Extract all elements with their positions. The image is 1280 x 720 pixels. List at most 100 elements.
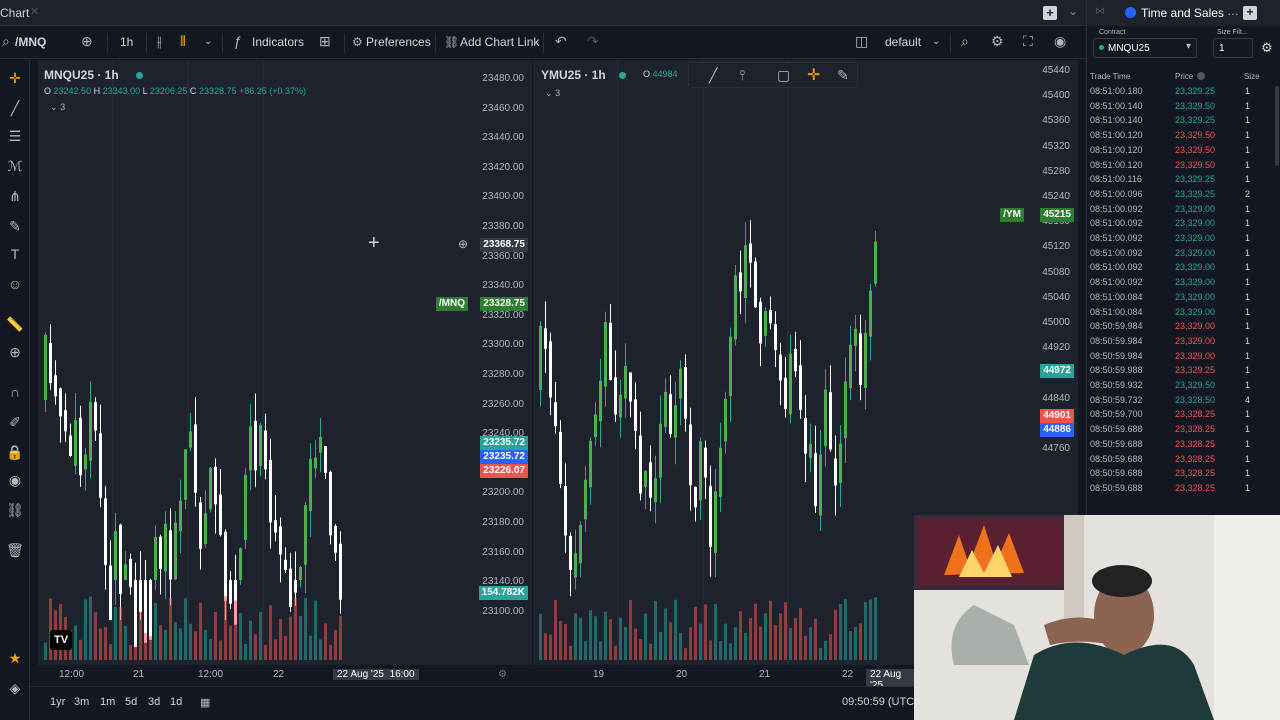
- layout-select[interactable]: default: [885, 35, 921, 49]
- redo-icon[interactable]: ↷: [587, 33, 599, 50]
- prediction-icon[interactable]: ⋔: [6, 188, 24, 205]
- time-label: 19: [593, 669, 605, 680]
- panel-nav-icon[interactable]: ⋈: [1095, 6, 1105, 17]
- trade-row: 08:51:00.092 23,329.00 1: [1087, 233, 1277, 248]
- volume-bar: [154, 602, 157, 660]
- link-icon[interactable]: ⛓: [444, 35, 459, 49]
- price-tick: 23200.00: [482, 487, 524, 499]
- timeframe-3m[interactable]: 3m: [74, 696, 89, 708]
- timeframe-1d[interactable]: 1d: [170, 696, 182, 708]
- object-tree-icon[interactable]: ◈: [6, 680, 24, 697]
- crosshair-tool-icon[interactable]: ✛: [807, 65, 820, 85]
- lock-icon[interactable]: 🔒: [6, 444, 24, 461]
- volume-bar: [824, 640, 827, 660]
- size-filter-input[interactable]: 1: [1213, 38, 1253, 58]
- trade-row: 08:50:59.688 23,328.25 1: [1087, 483, 1277, 498]
- timeframe-5d[interactable]: 5d: [125, 696, 137, 708]
- time-axis-ym[interactable]: 19 20 21 22 22 Aug '25: [533, 665, 914, 691]
- axis-settings-icon[interactable]: ⚙: [498, 669, 507, 680]
- volume-bar: [309, 635, 312, 660]
- window-menu-icon[interactable]: ⌄: [1068, 4, 1078, 18]
- crosshair-icon[interactable]: ✛: [6, 70, 24, 87]
- scrollbar[interactable]: [1275, 86, 1279, 166]
- trades-list[interactable]: 08:51:00.180 23,329.25 1 08:51:00.140 23,329…: [1087, 86, 1277, 515]
- bar-style-icon[interactable]: ⫲: [157, 33, 162, 50]
- rectangle-tool-icon[interactable]: ▢: [777, 67, 790, 84]
- volume-bar: [169, 598, 172, 660]
- settings-icon[interactable]: ⚙: [1261, 40, 1273, 56]
- volume-bar: [809, 627, 812, 660]
- undo-icon[interactable]: ↶: [555, 33, 567, 50]
- interval-button[interactable]: 1h: [120, 35, 133, 49]
- candle-body: [679, 368, 682, 399]
- add-chart-link-button[interactable]: Add Chart Link: [460, 35, 539, 49]
- text-icon[interactable]: T: [6, 246, 24, 262]
- chart-pane-mnq[interactable]: MNQU25 · 1h O 23242.50 H 23343.00 L 2320…: [38, 60, 532, 665]
- time-axis-mnq[interactable]: 12:00 21 12:00 22 22 Aug '25 16:00 ⚙: [38, 665, 532, 685]
- magnet-icon[interactable]: ∩: [6, 384, 24, 400]
- symbol-search[interactable]: /MNQ: [15, 35, 46, 49]
- trade-size: 1: [1245, 262, 1251, 273]
- pattern-icon[interactable]: ℳ: [6, 158, 24, 175]
- line-tool-icon[interactable]: ╱: [709, 67, 717, 84]
- price-chart-mnq[interactable]: [38, 60, 473, 665]
- timeframe-1m[interactable]: 1m: [100, 696, 115, 708]
- trash-icon[interactable]: 🗑: [6, 542, 24, 559]
- add-alert-icon[interactable]: ⊕: [458, 237, 468, 251]
- trade-price: 23,328.25: [1175, 409, 1216, 420]
- trade-price: 23,329.50: [1175, 130, 1216, 141]
- zoom-icon[interactable]: ⊕: [6, 344, 24, 361]
- chart-type-dropdown-icon[interactable]: ⌄: [204, 36, 212, 47]
- brush-icon[interactable]: ✎: [6, 218, 24, 235]
- candle-body: [274, 520, 277, 533]
- emoji-icon[interactable]: ☺: [6, 276, 24, 292]
- visibility-icon[interactable]: ◉: [6, 472, 24, 489]
- settings-icon[interactable]: ⚙: [991, 33, 1004, 50]
- add-panel-button[interactable]: +: [1243, 6, 1257, 20]
- candle-style-icon[interactable]: ⫴: [180, 33, 186, 50]
- preferences-icon[interactable]: ⚙: [352, 35, 363, 49]
- indicators-icon[interactable]: ƒ: [234, 33, 242, 49]
- fork-tool-icon[interactable]: ⫯: [739, 67, 745, 84]
- candle-body: [564, 486, 567, 536]
- trade-price: 23,329.50: [1175, 100, 1216, 111]
- quick-search-icon[interactable]: ⌕: [961, 33, 969, 50]
- timeframe-1yr[interactable]: 1yr: [50, 696, 65, 708]
- panel-menu-icon[interactable]: …: [1227, 4, 1239, 18]
- trade-size: 1: [1245, 233, 1251, 243]
- brush-tool-icon[interactable]: ✎: [837, 67, 849, 84]
- ruler-icon[interactable]: 📏: [6, 316, 24, 333]
- preferences-button[interactable]: Preferences: [366, 35, 431, 49]
- volume-bar: [234, 600, 237, 660]
- add-symbol-icon[interactable]: ⊕: [81, 33, 93, 50]
- link-drawings-icon[interactable]: ⛓: [6, 502, 24, 519]
- price-tick: 23180.00: [482, 517, 524, 528]
- timeframe-3d[interactable]: 3d: [148, 696, 160, 708]
- price-axis-mnq[interactable]: 23480.00 23460.00 23440.00 23420.00 23400.00…: [473, 60, 532, 665]
- tradingview-logo[interactable]: TV: [50, 630, 72, 650]
- volume-bar: [274, 639, 277, 660]
- info-icon[interactable]: [1197, 72, 1205, 80]
- contract-select[interactable]: MNQU25 ▾: [1093, 38, 1197, 58]
- templates-icon[interactable]: ⊞: [319, 33, 331, 50]
- search-icon[interactable]: ⌕: [2, 33, 10, 50]
- indicators-button[interactable]: Indicators: [252, 35, 304, 49]
- fullscreen-icon[interactable]: ⛶: [1023, 33, 1033, 50]
- layout-icon[interactable]: ◫: [855, 33, 868, 50]
- stay-drawing-icon[interactable]: ✐: [6, 414, 24, 431]
- calendar-icon[interactable]: ▦: [200, 696, 210, 709]
- add-tab-button[interactable]: +: [1043, 6, 1057, 20]
- trendline-icon[interactable]: ╱: [6, 100, 24, 117]
- fib-icon[interactable]: ☰: [6, 128, 24, 145]
- window-title: Chart: [0, 6, 30, 20]
- close-tab-icon[interactable]: ✕: [30, 5, 39, 18]
- trade-row: 08:50:59.932 23,329.50 1: [1087, 380, 1277, 395]
- layout-dropdown-icon[interactable]: ⌄: [932, 36, 940, 47]
- price-tick: 44840: [1042, 392, 1070, 404]
- trade-price: 23,329.00: [1175, 335, 1216, 346]
- candle-body: [744, 245, 747, 299]
- snapshot-icon[interactable]: ◉: [1054, 33, 1066, 50]
- favorites-icon[interactable]: ★: [6, 650, 24, 667]
- candle-body: [54, 375, 57, 397]
- last-price-label: 23328.75: [480, 297, 528, 311]
